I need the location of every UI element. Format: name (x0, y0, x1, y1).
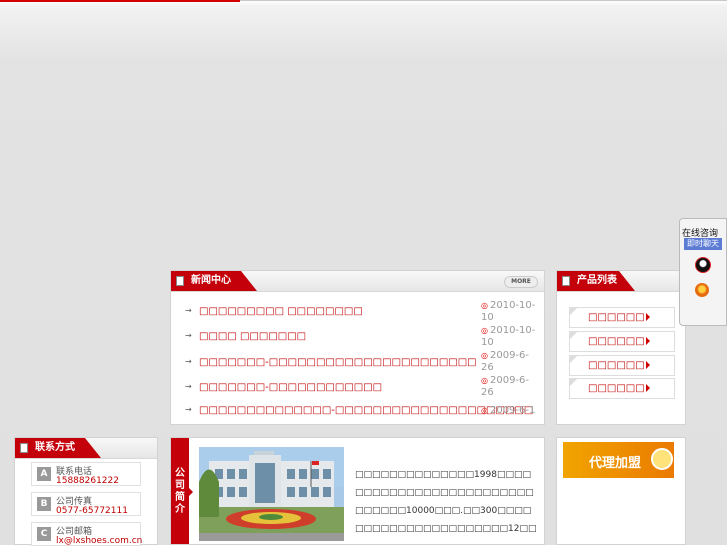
corner-fold (570, 356, 577, 363)
more-button[interactable]: MORE (504, 276, 538, 288)
arrow-right-icon (646, 313, 650, 321)
contact-tab: 联系方式 (15, 438, 101, 458)
news-item[interactable]: → □□□□ □□□□□□□ (185, 328, 525, 348)
top-divider (240, 0, 727, 1)
news-item[interactable]: → □□□□□□□□□□□□□□-□□□□□□□□□□□□□□□□□□□□□ (185, 402, 533, 422)
product-label[interactable]: □□□□□□ (588, 360, 645, 371)
news-item[interactable]: → □□□□□□□□□ □□□□□□□□ (185, 303, 525, 323)
company-photo[interactable] (199, 447, 344, 541)
contact-value: 0577-65772111 (56, 506, 128, 516)
company-title-char: 公 (175, 468, 185, 479)
news-item-title[interactable]: □□□□□□□-□□□□□□□□□□□□□□□□□□□□□□ (199, 357, 477, 368)
news-item-date: ◎ 2009-6-26 (481, 350, 530, 373)
news-item-date: ◎ 2010-10-10 (481, 325, 536, 348)
news-item-title[interactable]: □□□□□□□□□ □□□□□□□□ (199, 306, 363, 317)
product-item[interactable]: □□□□□□ (569, 307, 675, 328)
news-item-title[interactable]: □□□□□□□-□□□□□□□□□□□□ (199, 382, 382, 393)
agent-banner[interactable]: 代理加盟 (563, 442, 674, 478)
news-item-date: ◎ 2009-6-26 (481, 375, 530, 398)
contact-value: 15888261222 (56, 476, 119, 486)
news-panel: 新闻中心 MORE → □□□□□□□□□ □□□□□□□□ ◎ 2010-10-… (170, 270, 545, 425)
corner-fold (570, 308, 577, 315)
news-item[interactable]: → □□□□□□□-□□□□□□□□□□□□ (185, 379, 525, 399)
contact-phone: A 联系电话 15888261222 (31, 462, 141, 486)
bullet-icon: ◎ (481, 376, 488, 385)
gift-icon (651, 448, 673, 470)
news-tab: 新闻中心 (171, 271, 257, 291)
news-header: 新闻中心 MORE (171, 271, 544, 292)
news-item-date: ◎ 2009-6-1 (481, 405, 536, 416)
badge-a-icon: A (37, 467, 51, 481)
document-icon (176, 276, 184, 286)
product-item[interactable]: □□□□□□ (569, 378, 675, 399)
news-item-title[interactable]: □□□□ □□□□□□□ (199, 331, 306, 342)
bullet-icon: ◎ (481, 301, 488, 310)
products-header: 产品列表 (557, 271, 685, 292)
product-item[interactable]: □□□□□□ (569, 331, 675, 352)
company-title-char: 简 (175, 492, 185, 503)
news-item[interactable]: → □□□□□□□-□□□□□□□□□□□□□□□□□□□□□□ (185, 354, 525, 374)
agent-panel: 代理加盟 (556, 437, 686, 545)
company-panel: 公 司 简 介 □□□□□□□□□□□□□□1998□□□□□□□□□□□□□□… (170, 437, 545, 545)
product-label[interactable]: □□□□□□ (588, 383, 645, 394)
online-chat-widget: 在线咨询 即时聊天 (679, 218, 727, 326)
news-title: 新闻中心 (191, 275, 231, 286)
document-icon (20, 443, 28, 453)
bullet-icon: ◎ (481, 326, 488, 335)
arrow-right-icon (189, 488, 193, 496)
corner-fold (570, 379, 577, 386)
news-item-date: ◎ 2010-10-10 (481, 300, 536, 323)
chat-button[interactable]: 即时聊天 (684, 238, 722, 250)
company-title-char: 介 (175, 504, 185, 515)
bullet-icon: ◎ (481, 351, 488, 360)
bullet-icon: ◎ (481, 406, 488, 415)
arrow-right-icon: → (185, 331, 192, 340)
contact-fax: B 公司传真 0577-65772111 (31, 492, 141, 516)
products-tab: 产品列表 (557, 271, 635, 291)
agent-label: 代理加盟 (589, 456, 642, 471)
company-title-char: 司 (175, 480, 185, 491)
contact-panel: 联系方式 A 联系电话 15888261222 B 公司传真 0577-6577… (14, 437, 158, 546)
product-item[interactable]: □□□□□□ (569, 355, 675, 376)
products-panel: 产品列表 □□□□□□ □□□□□□ □□□□□□ □□□□□□ (556, 270, 686, 425)
document-icon (562, 276, 570, 286)
qq-penguin-icon[interactable] (695, 257, 711, 273)
contact-title: 联系方式 (35, 442, 75, 453)
product-label[interactable]: □□□□□□ (588, 336, 645, 347)
arrow-right-icon (646, 337, 650, 345)
company-description: □□□□□□□□□□□□□□1998□□□□□□□□□□□□□□□□□□□□□□… (355, 470, 537, 534)
arrow-right-icon: → (185, 405, 192, 414)
badge-b-icon: B (37, 497, 51, 511)
arrow-right-icon: → (185, 306, 192, 315)
arrow-right-icon (646, 384, 650, 392)
arrow-right-icon (646, 361, 650, 369)
qq-status-icon[interactable] (695, 283, 709, 297)
arrow-right-icon: → (185, 357, 192, 366)
arrow-right-icon: → (185, 382, 192, 391)
corner-fold (570, 332, 577, 339)
contact-email: C 公司邮箱 lx@lxshoes.com.cn (31, 522, 142, 546)
top-accent-line (0, 0, 240, 2)
badge-c-icon: C (37, 527, 51, 541)
products-title: 产品列表 (577, 275, 617, 286)
product-label[interactable]: □□□□□□ (588, 312, 645, 323)
company-vertical-tab: 公 司 简 介 (171, 438, 189, 544)
contact-header: 联系方式 (15, 438, 157, 459)
